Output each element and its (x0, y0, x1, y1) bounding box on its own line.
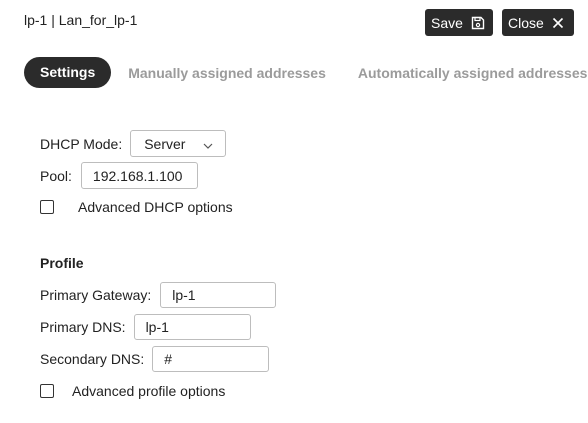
pool-row: Pool: 192.168.1.100 (40, 162, 198, 189)
primary-gateway-value: lp-1 (172, 287, 196, 303)
secondary-dns-input[interactable]: # (152, 346, 270, 372)
primary-dns-value: lp-1 (145, 319, 169, 335)
secondary-dns-value: # (164, 351, 173, 367)
primary-gateway-input[interactable]: lp-1 (160, 282, 277, 308)
save-icon (471, 16, 485, 30)
primary-gateway-row: Primary Gateway: lp-1 (40, 282, 277, 308)
pool-label: Pool: (40, 167, 72, 184)
page-title: lp-1 | Lan_for_lp-1 (24, 12, 138, 28)
close-button[interactable]: Close (502, 9, 574, 36)
pool-value: 192.168.1.100 (92, 167, 183, 184)
advanced-dhcp-label: Advanced DHCP options (78, 199, 233, 215)
tab-bar: Settings Manually assigned addresses Aut… (24, 57, 587, 88)
advanced-dhcp-row: Advanced DHCP options (40, 199, 233, 215)
advanced-profile-row: Advanced profile options (40, 383, 225, 399)
dhcp-mode-row: DHCP Mode: Server (40, 130, 227, 157)
primary-dns-row: Primary DNS: lp-1 (40, 314, 251, 340)
tab-settings[interactable]: Settings (24, 57, 112, 88)
dhcp-mode-select[interactable]: Server (130, 130, 227, 157)
chevron-down-icon (203, 136, 213, 152)
primary-gateway-label: Primary Gateway: (40, 287, 152, 303)
close-icon (552, 17, 564, 29)
dhcp-mode-label: DHCP Mode: (40, 135, 123, 152)
tab-automatically-assigned[interactable]: Automatically assigned addresses (358, 65, 588, 81)
primary-dns-input[interactable]: lp-1 (133, 314, 251, 340)
close-button-label: Close (508, 14, 544, 31)
primary-dns-label: Primary DNS: (40, 319, 126, 335)
dhcp-mode-value: Server (144, 135, 186, 152)
advanced-profile-label: Advanced profile options (72, 383, 226, 399)
secondary-dns-label: Secondary DNS: (40, 351, 145, 367)
save-button[interactable]: Save (425, 9, 493, 36)
profile-section-title: Profile (40, 255, 84, 271)
advanced-profile-checkbox[interactable] (40, 384, 54, 398)
advanced-dhcp-checkbox[interactable] (40, 200, 54, 214)
pool-input[interactable]: 192.168.1.100 (80, 162, 198, 189)
tab-manually-assigned[interactable]: Manually assigned addresses (128, 65, 326, 81)
save-button-label: Save (431, 14, 463, 31)
secondary-dns-row: Secondary DNS: # (40, 346, 270, 372)
